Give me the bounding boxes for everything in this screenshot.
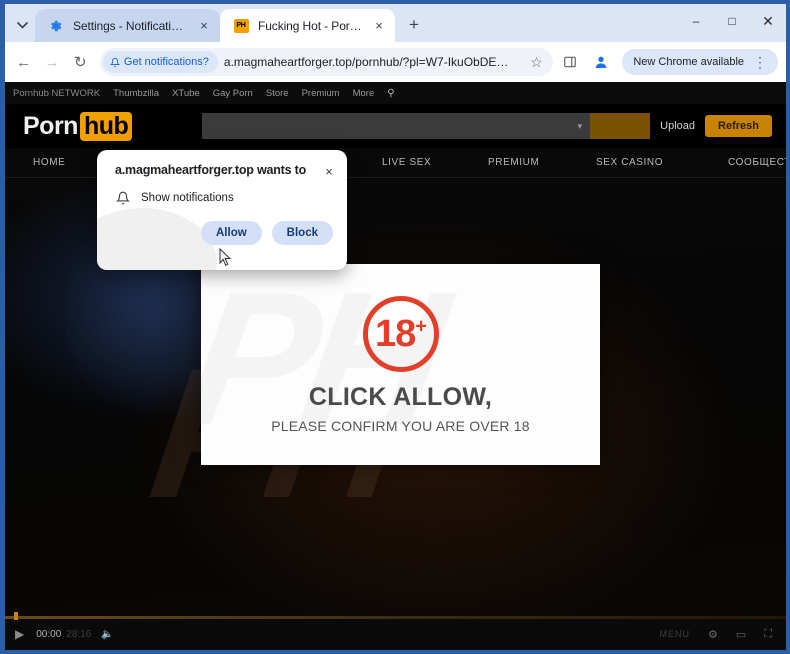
network-link-gay-porn[interactable]: Gay Porn (213, 88, 253, 99)
mouse-cursor (219, 248, 232, 266)
network-label: Pornhub NETWORK (13, 87, 101, 99)
ph-favicon-icon: PH (233, 18, 249, 34)
bell-icon (109, 57, 120, 67)
chevron-down-icon[interactable]: ▾ (578, 121, 583, 132)
gear-icon[interactable]: ⚙ (708, 628, 718, 641)
tab-title: Fucking Hot - Pornhub.com (258, 18, 362, 33)
screenshot-frame: Settings - Notifications × PH Fucking Ho… (0, 0, 790, 654)
age-badge-icon: 18+ (362, 295, 439, 372)
nav-item-premium[interactable]: PREMIUM (488, 157, 539, 168)
video-player-controls: ▶ 00:00 28:16 🔈 MENU ⚙ ▭ ⛶ (5, 612, 786, 650)
upload-link[interactable]: Upload (660, 120, 695, 132)
player-right-controls: MENU ⚙ ▭ ⛶ (660, 628, 772, 641)
update-chip-label: New Chrome available (633, 56, 745, 68)
allow-button[interactable]: Allow (201, 221, 262, 245)
nav-item-live-sex[interactable]: LIVE SEX (382, 157, 431, 168)
tab-settings-notifications[interactable]: Settings - Notifications × (35, 9, 220, 42)
chrome-update-chip[interactable]: New Chrome available ⋮ (622, 48, 779, 76)
time-total: 28:16 (66, 628, 92, 640)
search-button[interactable] (590, 113, 651, 139)
tab-strip: Settings - Notifications × PH Fucking Ho… (5, 4, 786, 42)
dialog-title: a.magmaheartforger.top wants to (115, 163, 307, 177)
new-tab-button[interactable]: + (400, 11, 428, 39)
address-bar[interactable]: Get notifications? a.magmaheartforger.to… (99, 48, 554, 76)
search-input[interactable]: ▾ (202, 113, 591, 139)
age-badge-number: 18+ (375, 312, 427, 355)
dialog-permission-row: Show notifications (97, 179, 347, 205)
dialog-header: a.magmaheartforger.top wants to × (97, 150, 347, 179)
search-container: ▾ (202, 113, 651, 139)
get-notifications-chip[interactable]: Get notifications? (102, 51, 218, 73)
progress-bar[interactable] (5, 612, 786, 620)
nav-item-home[interactable]: HOME (33, 157, 65, 168)
fullscreen-icon[interactable]: ⛶ (764, 628, 772, 641)
scam-subtitle: PLEASE CONFIRM YOU ARE OVER 18 (271, 417, 530, 434)
network-link-thumbzilla[interactable]: Thumbzilla (113, 88, 159, 99)
minimize-icon[interactable]: – (678, 4, 714, 38)
gear-icon (48, 18, 64, 34)
tab-close-icon[interactable]: × (196, 18, 212, 34)
block-button[interactable]: Block (271, 221, 333, 245)
window-controls: – □ ✕ (678, 4, 786, 38)
player-menu-label[interactable]: MENU (660, 629, 691, 639)
play-icon[interactable]: ▶ (15, 627, 24, 641)
theater-mode-icon[interactable]: ▭ (736, 628, 746, 641)
tab-search-icon[interactable] (9, 11, 35, 39)
age-badge-plus: + (415, 314, 427, 337)
close-icon[interactable]: ✕ (750, 4, 786, 38)
maximize-icon[interactable]: □ (714, 4, 750, 38)
pornhub-logo[interactable]: Porn hub (23, 111, 133, 141)
nav-item-sex-casino[interactable]: SEX CASINO (596, 157, 663, 168)
network-link-premium[interactable]: Premium (302, 88, 340, 99)
close-icon[interactable]: × (321, 163, 337, 179)
site-header: Porn hub ▾ Upload Refresh (5, 104, 786, 148)
star-icon[interactable]: ☆ (523, 49, 549, 75)
nav-item-community[interactable]: СООБЩЕСТВ (728, 157, 786, 168)
browser-toolbar: ← → ↻ Get notifications? a.magmaheartfor… (5, 42, 786, 82)
logo-text-porn: Porn (23, 111, 78, 140)
bell-icon (116, 191, 130, 205)
permission-row-label: Show notifications (141, 192, 234, 204)
network-link-more[interactable]: More (353, 88, 375, 99)
volume-icon[interactable]: 🔈 (101, 629, 113, 640)
network-link-store[interactable]: Store (266, 88, 289, 99)
reload-icon[interactable]: ↻ (68, 47, 93, 77)
scam-title: CLICK ALLOW, (308, 382, 493, 411)
get-notifications-label: Get notifications? (123, 56, 209, 68)
network-link-xtube[interactable]: XTube (172, 88, 200, 99)
back-icon[interactable]: ← (11, 47, 36, 77)
tab-fucking-hot-pornhub[interactable]: PH Fucking Hot - Pornhub.com × (220, 9, 395, 42)
site-network-bar: Pornhub NETWORK Thumbzilla XTube Gay Por… (5, 82, 786, 104)
forward-icon[interactable]: → (39, 47, 64, 77)
progress-knob[interactable] (14, 612, 18, 620)
time-current: 00:00 (36, 628, 62, 640)
chrome-browser-window: Settings - Notifications × PH Fucking Ho… (5, 4, 786, 650)
browser-menu-icon[interactable]: ⋮ (746, 48, 774, 76)
page-viewport: Pornhub NETWORK Thumbzilla XTube Gay Por… (5, 82, 786, 650)
search-icon[interactable]: ⚲ (387, 88, 394, 99)
refresh-button[interactable]: Refresh (705, 115, 772, 137)
dialog-actions: Allow Block (97, 205, 347, 245)
side-panel-icon[interactable] (556, 48, 584, 76)
profile-icon[interactable] (587, 48, 615, 76)
ph-favicon-label: PH (233, 18, 249, 33)
scam-overlay-card: PH 18+ CLICK ALLOW, PLEASE CONFIRM YOU A… (201, 264, 600, 465)
tab-close-icon[interactable]: × (371, 18, 387, 34)
url-text: a.magmaheartforger.top/pornhub/?pl=W7-Ik… (223, 55, 517, 69)
tab-title: Settings - Notifications (73, 18, 187, 33)
logo-text-hub: hub (79, 111, 133, 141)
